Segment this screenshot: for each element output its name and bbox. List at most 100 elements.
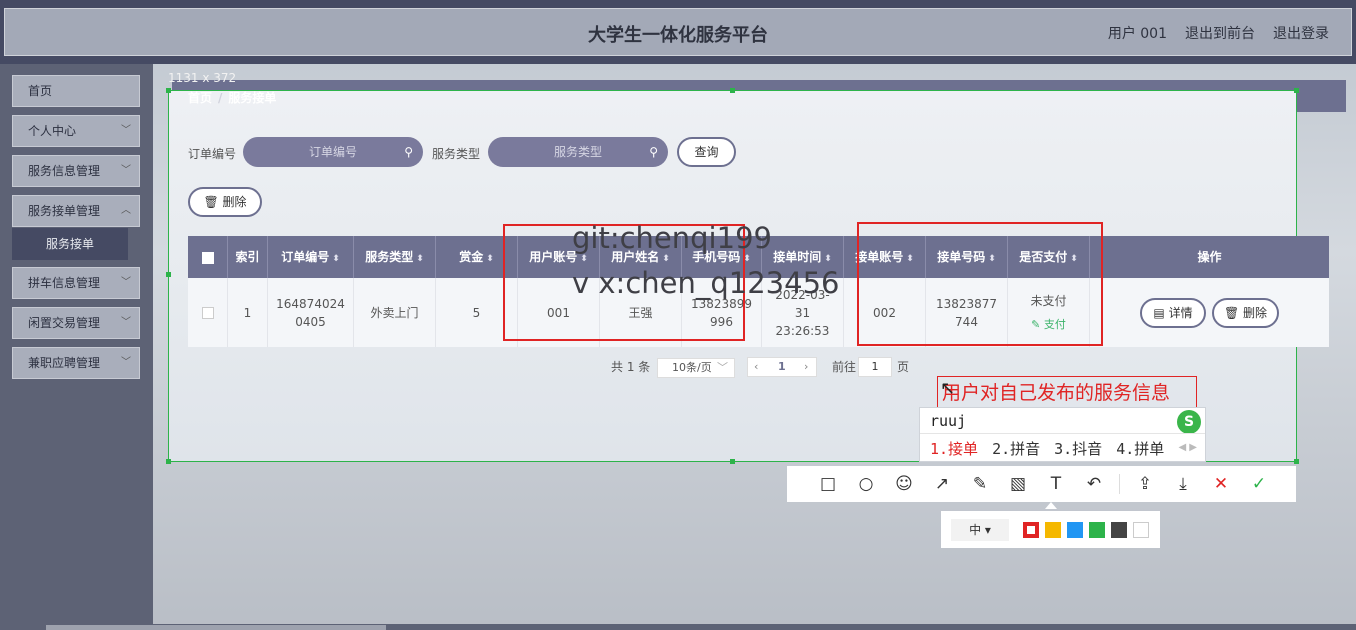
ime-page-arrows-icon[interactable]: ◀ ▶ (1178, 442, 1197, 453)
page-size-select[interactable]: 10条/页 ﹀ (657, 358, 735, 378)
rectangle-tool-icon[interactable]: □ (809, 466, 847, 502)
sidebar-item-label: 拼车信息管理 (28, 276, 101, 290)
service-type-input[interactable]: 服务类型 ⚲ (488, 137, 668, 167)
breadcrumb-home[interactable]: 首页 (188, 91, 212, 105)
sidebar-item-service-info[interactable]: 服务信息管理 ﹀ (12, 155, 140, 187)
select-all-checkbox[interactable] (201, 251, 214, 264)
col-order-no[interactable]: 订单编号 ⬍ (268, 236, 354, 278)
share-icon[interactable]: ⇪ (1126, 466, 1164, 502)
batch-delete-button[interactable]: 🗑 删除 (188, 187, 262, 217)
page-unit-label: 页 (897, 360, 910, 374)
annotation-rect[interactable] (857, 222, 1103, 346)
ime-composition: ruuj (930, 412, 967, 430)
ellipse-tool-icon[interactable]: ○ (847, 466, 885, 502)
download-icon[interactable]: ⤓ (1164, 466, 1202, 502)
ime-candidate-1[interactable]: 1.接单 (930, 438, 978, 459)
sidebar-item-personal[interactable]: 个人中心 ﹀ (12, 115, 140, 147)
next-page-icon[interactable]: › (804, 358, 808, 376)
prev-page-icon[interactable]: ‹ (754, 358, 758, 376)
pager: ‹ 1 › (747, 357, 817, 377)
mosaic-tool-icon[interactable]: ▧ (999, 466, 1037, 502)
close-icon[interactable]: ✕ (1202, 466, 1240, 502)
undo-icon[interactable]: ↶ (1075, 466, 1113, 502)
resize-handle[interactable] (166, 88, 171, 93)
ime-candidate-4[interactable]: 4.拼单 (1116, 438, 1164, 459)
sort-icon[interactable]: ⬍ (416, 254, 424, 264)
text-annotation[interactable]: 用户对自己发布的服务信息 (937, 376, 1197, 410)
arrow-tool-icon[interactable]: ↗ (923, 466, 961, 502)
row-delete-label: 删除 (1243, 306, 1268, 320)
sogou-logo-icon: S (1177, 410, 1201, 434)
sidebar-item-service-order[interactable]: 服务接单管理 ︿ (12, 195, 140, 227)
emoji-tool-icon[interactable]: ☺ (885, 466, 923, 502)
goto-label: 前往 (832, 360, 857, 374)
resize-handle[interactable] (1294, 459, 1299, 464)
order-no-input[interactable]: 订单编号 ⚲ (243, 137, 423, 167)
sidebar-item-part-time[interactable]: 兼职应聘管理 ﹀ (12, 347, 140, 379)
col-service-type[interactable]: 服务类型 ⬍ (354, 236, 436, 278)
sidebar-item-label: 服务接单管理 (28, 204, 101, 218)
resize-handle[interactable] (166, 459, 171, 464)
col-actions: 操作 (1090, 236, 1329, 278)
page-number-current[interactable]: 1 (778, 358, 786, 376)
cell-order-no: 1648740240405 (268, 278, 354, 347)
sidebar-item-label: 兼职应聘管理 (28, 356, 101, 370)
sidebar-item-home[interactable]: 首页 (12, 75, 140, 107)
col-time-label: 接单时间 (773, 250, 822, 264)
toolbar-pointer (1045, 502, 1057, 509)
sort-icon[interactable]: ⬍ (824, 254, 832, 264)
color-swatch-blue[interactable] (1067, 522, 1083, 538)
top-bar: 大学生一体化服务平台 用户 001 退出到前台 退出登录 (0, 0, 1356, 64)
col-reward-label: 赏金 (459, 250, 484, 264)
breadcrumb-separator: / (218, 91, 223, 105)
resize-handle[interactable] (730, 459, 735, 464)
color-swatch-yellow[interactable] (1045, 522, 1061, 538)
scrollbar-thumb[interactable] (46, 625, 386, 630)
detail-button[interactable]: ▤ 详情 (1140, 298, 1206, 328)
cell-service-type: 外卖上门 (354, 278, 436, 347)
color-swatch-white[interactable] (1133, 522, 1149, 538)
batch-delete-label: 删除 (222, 195, 247, 209)
sidebar-item-label: 个人中心 (28, 124, 77, 138)
screenshot-toolbar: □ ○ ☺ ↗ ✎ ▧ T ↶ ⇪ ⤓ ✕ ✓ (787, 466, 1296, 502)
color-swatch-green[interactable] (1089, 522, 1105, 538)
watermark-line-1: git:chenqi199 (572, 221, 772, 255)
ime-divider (920, 433, 1205, 434)
resize-handle[interactable] (166, 272, 171, 277)
document-icon: ▤ (1153, 306, 1165, 320)
sidebar-subitem-service-order[interactable]: 服务接单 (12, 228, 128, 260)
resize-handle[interactable] (730, 88, 735, 93)
chevron-down-icon: ﹀ (717, 361, 728, 374)
logout-link[interactable]: 退出登录 (1273, 23, 1329, 43)
col-index: 索引 (228, 236, 268, 278)
sidebar-item-carpool[interactable]: 拼车信息管理 ﹀ (12, 267, 140, 299)
font-size-select[interactable]: 中 ▾ (951, 519, 1009, 541)
color-swatch-gray[interactable] (1111, 522, 1127, 538)
sidebar-item-label: 服务信息管理 (28, 164, 101, 178)
chevron-down-icon: ﹀ (121, 165, 131, 176)
pen-tool-icon[interactable]: ✎ (961, 466, 999, 502)
ime-candidate-2[interactable]: 2.拼音 (992, 438, 1040, 459)
row-delete-button[interactable]: 🗑 删除 (1212, 298, 1279, 328)
user-label[interactable]: 用户 001 (1108, 23, 1167, 43)
confirm-icon[interactable]: ✓ (1240, 466, 1278, 502)
sort-icon[interactable]: ⬍ (486, 254, 494, 264)
sidebar-item-second-hand[interactable]: 闲置交易管理 ﹀ (12, 307, 140, 339)
sort-icon[interactable]: ⬍ (332, 254, 340, 264)
color-swatch-red[interactable] (1023, 522, 1039, 538)
search-icon: ⚲ (649, 145, 658, 159)
text-tool-icon[interactable]: T (1037, 466, 1075, 502)
sidebar-item-label: 闲置交易管理 (28, 316, 101, 330)
capture-size-label: 1131 x 372 (168, 71, 237, 85)
ime-candidate-3[interactable]: 3.抖音 (1054, 438, 1102, 459)
back-to-front-link[interactable]: 退出到前台 (1185, 23, 1255, 43)
row-checkbox[interactable] (201, 306, 214, 319)
query-button[interactable]: 查询 (677, 137, 736, 167)
chevron-down-icon: ﹀ (121, 357, 131, 368)
page-size-value: 10条/页 (672, 361, 712, 374)
col-service-type-label: 服务类型 (365, 250, 414, 264)
resize-handle[interactable] (1294, 88, 1299, 93)
goto-page-input[interactable]: 1 (858, 357, 892, 377)
ime-candidate-window: ruuj S 1.接单 2.拼音 3.抖音 4.拼单 ◀ ▶ (919, 407, 1206, 462)
order-no-placeholder: 订单编号 (308, 145, 357, 159)
